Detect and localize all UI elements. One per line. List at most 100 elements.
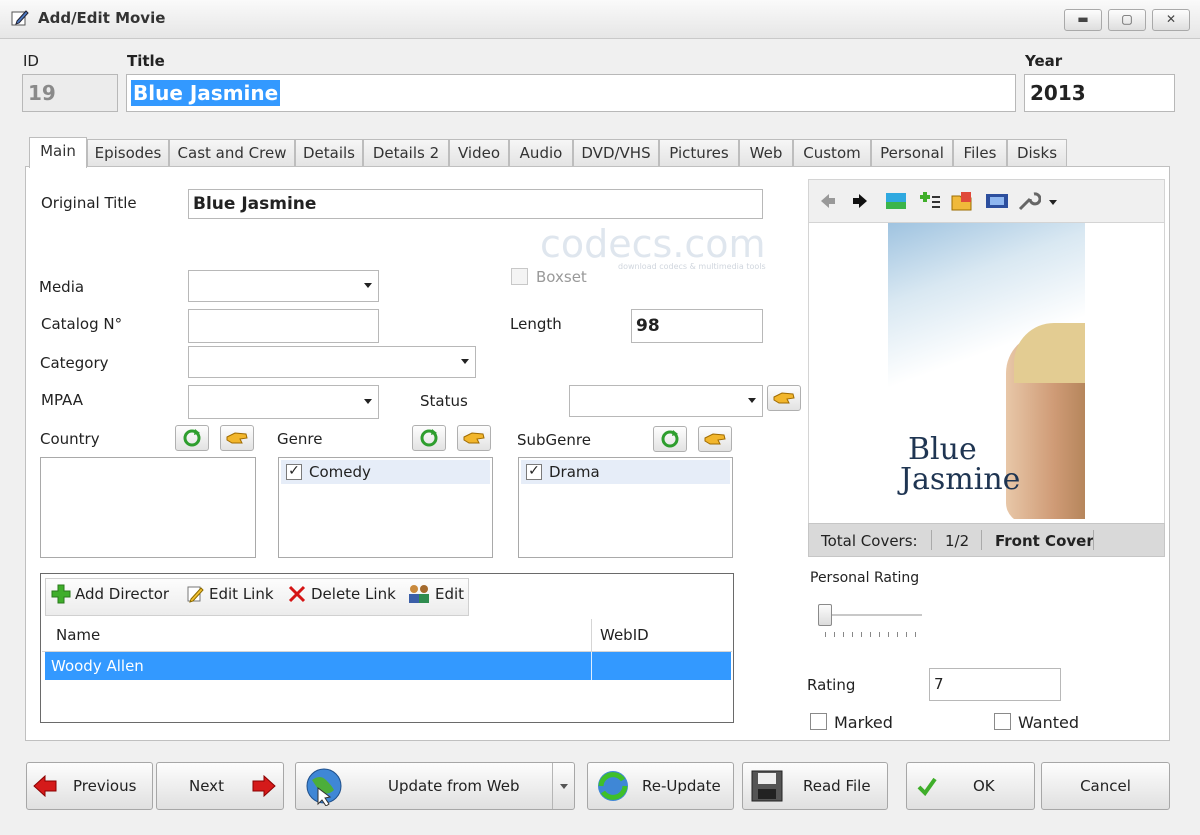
divider (1093, 530, 1094, 550)
length-input[interactable]: 98 (631, 309, 763, 343)
split-divider (552, 763, 553, 809)
tab-details-2[interactable]: Details 2 (363, 139, 449, 167)
tab-files[interactable]: Files (953, 139, 1007, 167)
country-label: Country (40, 430, 100, 448)
cover-poster-image: Blue Jasmine (888, 223, 1085, 519)
add-director-button[interactable]: Add Director (51, 584, 169, 604)
country-refresh-button[interactable] (175, 425, 209, 451)
boxset-checkbox[interactable] (511, 268, 528, 285)
country-edit-button[interactable] (220, 425, 254, 451)
chevron-down-icon[interactable] (1049, 200, 1057, 205)
delete-link-button[interactable]: Delete Link (287, 584, 396, 604)
chevron-down-icon[interactable] (560, 784, 568, 789)
crew-row-name: Woody Allen (51, 657, 144, 675)
poster-hair-shape (1014, 323, 1085, 383)
maximize-button[interactable]: ▢ (1108, 9, 1146, 31)
title-label: Title (127, 52, 165, 70)
tab-video[interactable]: Video (449, 139, 509, 167)
marked-checkbox[interactable] (810, 713, 827, 730)
title-input[interactable]: Blue Jasmine (126, 74, 1016, 112)
tab-audio[interactable]: Audio (509, 139, 573, 167)
column-divider (591, 619, 592, 651)
genre-edit-button[interactable] (457, 425, 491, 451)
window-title: Add/Edit Movie (38, 9, 166, 27)
category-dropdown[interactable] (188, 346, 476, 378)
tab-web[interactable]: Web (739, 139, 793, 167)
next-button[interactable]: Next (156, 762, 284, 810)
wrench-icon[interactable] (1017, 190, 1041, 212)
tab-episodes[interactable]: Episodes (87, 139, 169, 167)
tab-dvd-vhs[interactable]: DVD/VHS (573, 139, 659, 167)
rating-input[interactable]: 7 (929, 668, 1061, 701)
read-file-button[interactable]: Read File (742, 762, 888, 810)
subgenre-list[interactable]: ✓ Drama (518, 457, 733, 558)
slider-tick (843, 632, 844, 637)
length-label: Length (510, 315, 562, 333)
checkbox-checked-icon[interactable]: ✓ (526, 464, 542, 480)
pointing-hand-icon (704, 433, 726, 445)
poster-title-line1: Blue (908, 432, 977, 467)
subgenre-refresh-button[interactable] (653, 426, 687, 452)
original-title-label: Original Title (41, 194, 137, 212)
plus-icon (51, 584, 71, 604)
mpaa-dropdown[interactable] (188, 385, 379, 419)
ok-button[interactable]: OK (906, 762, 1035, 810)
slider-tick (888, 632, 889, 637)
edit-link-button[interactable]: Edit Link (185, 584, 274, 604)
column-header-name[interactable]: Name (56, 626, 100, 644)
personal-rating-label: Personal Rating (810, 570, 920, 586)
minimize-button[interactable]: ▬ (1064, 9, 1102, 31)
status-dropdown[interactable] (569, 385, 763, 417)
edit-person-button[interactable]: Edit (407, 584, 464, 604)
table-row[interactable]: Woody Allen (45, 652, 731, 680)
marked-label: Marked (834, 713, 893, 732)
status-edit-button[interactable] (767, 385, 801, 411)
arrow-left-icon[interactable] (819, 192, 837, 210)
wanted-checkbox[interactable] (994, 713, 1011, 730)
media-dropdown[interactable] (188, 270, 379, 302)
id-label: ID (23, 52, 39, 70)
original-title-input[interactable]: Blue Jasmine (188, 189, 763, 219)
list-item[interactable]: ✓ Comedy (281, 460, 490, 484)
catalog-input[interactable] (188, 309, 379, 343)
personal-rating-slider[interactable] (818, 600, 922, 644)
film-strip-icon[interactable] (985, 191, 1009, 211)
tab-custom[interactable]: Custom (793, 139, 871, 167)
catalog-label: Catalog N° (41, 315, 123, 333)
floppy-disk-icon (751, 770, 783, 802)
tab-personal[interactable]: Personal (871, 139, 953, 167)
subgenre-edit-button[interactable] (698, 426, 732, 452)
slider-tick (915, 632, 916, 637)
add-list-icon[interactable] (919, 191, 941, 211)
update-from-web-button[interactable]: Update from Web (295, 762, 575, 810)
cancel-button[interactable]: Cancel (1041, 762, 1170, 810)
divider (981, 530, 982, 550)
list-item[interactable]: ✓ Drama (521, 460, 730, 484)
genre-refresh-button[interactable] (412, 425, 446, 451)
slider-thumb[interactable] (818, 604, 832, 626)
close-button[interactable]: ✕ (1152, 9, 1190, 31)
tab-cast-and-crew[interactable]: Cast and Crew (169, 139, 295, 167)
arrow-right-icon[interactable] (851, 192, 869, 210)
tab-details[interactable]: Details (295, 139, 363, 167)
image-icon[interactable] (885, 191, 907, 211)
checkmark-icon (917, 777, 937, 796)
folder-image-icon[interactable] (951, 190, 975, 212)
tab-disks[interactable]: Disks (1007, 139, 1067, 167)
total-covers-label: Total Covers: (821, 532, 918, 550)
country-list[interactable] (40, 457, 256, 558)
poster-title-line2: Jasmine (900, 462, 1021, 497)
refresh-icon (661, 430, 679, 448)
genre-list[interactable]: ✓ Comedy (278, 457, 493, 558)
boxset-label: Boxset (536, 268, 587, 286)
year-input[interactable]: 2013 (1024, 74, 1175, 112)
re-update-button[interactable]: Re-Update (587, 762, 734, 810)
wanted-label: Wanted (1018, 713, 1080, 732)
column-header-webid[interactable]: WebID (600, 626, 649, 644)
checkbox-checked-icon[interactable]: ✓ (286, 464, 302, 480)
previous-button[interactable]: Previous (26, 762, 153, 810)
cover-viewer: Blue Jasmine (808, 223, 1165, 523)
tab-main[interactable]: Main (29, 137, 87, 168)
column-divider (591, 652, 592, 680)
tab-pictures[interactable]: Pictures (659, 139, 739, 167)
